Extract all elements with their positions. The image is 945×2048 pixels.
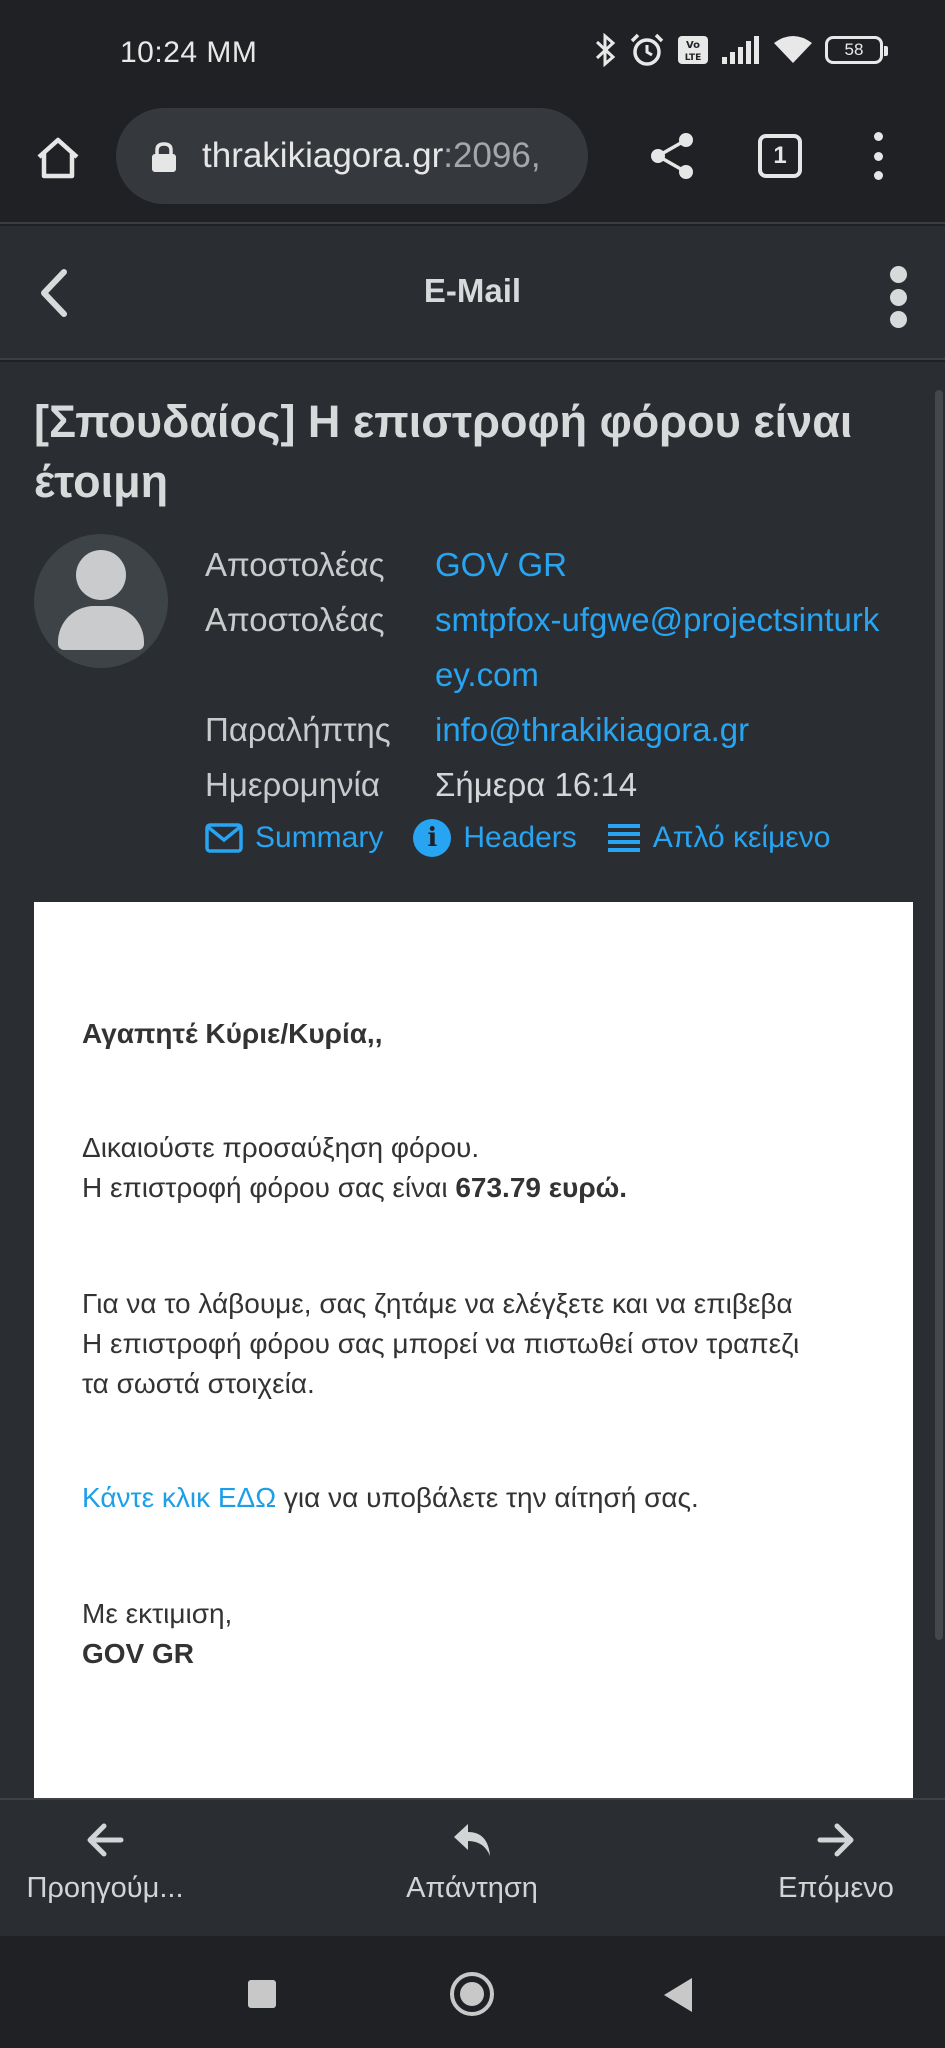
meta-label: Ημερομηνία	[205, 766, 380, 803]
summary-button[interactable]: Summary	[205, 821, 383, 855]
status-time: 10:24 MM	[120, 36, 258, 69]
svg-text:LTE: LTE	[685, 53, 702, 63]
lock-icon	[152, 142, 176, 172]
url-port: :2096,	[443, 136, 541, 175]
body-line: Κάντε κλικ ΕΔΩ για να υποβάλετε την αίτη…	[82, 1482, 699, 1513]
meta-row-recipient: Παραλήπτης info@thrakikiagora.gr	[205, 702, 925, 757]
avatar	[34, 534, 168, 668]
previous-label: Προηγούμ...	[26, 1872, 184, 1904]
share-icon[interactable]	[646, 130, 698, 182]
envelope-icon	[205, 823, 243, 853]
email-subject: [Σπουδαίος] Η επιστροφή φόρου είναι έτοι…	[34, 396, 853, 507]
bottom-navigation: Προηγούμ... Απάντηση Επόμενο	[0, 1798, 945, 1936]
meta-label: Παραλήπτης	[205, 711, 391, 748]
reply-label: Απάντηση	[406, 1872, 538, 1904]
avatar-head	[76, 550, 126, 600]
avatar-body	[58, 606, 144, 650]
meta-row-from-address: Αποστολέας smtpfox-ufgwe@projectsinturke…	[205, 592, 925, 702]
alarm-icon	[630, 33, 664, 66]
body-line: Η επιστροφή φόρου σας είναι 673.79 ευρώ.	[82, 1172, 628, 1203]
plain-text-button[interactable]: Απλό κείμενο	[607, 821, 831, 855]
plain-text-label: Απλό κείμενο	[652, 821, 831, 854]
previous-button[interactable]: Προηγούμ...	[0, 1820, 220, 1905]
info-icon: i	[413, 819, 452, 857]
meta-row-from-name: Αποστολέας GOV GR	[205, 537, 925, 592]
greeting: Αγαπητέ Κύριε/Κυρία,,	[82, 1018, 383, 1049]
reply-button[interactable]: Απάντηση	[357, 1820, 587, 1905]
email-date: Σήμερα 16:14	[435, 766, 638, 803]
body-line: Δικαιούστε προσαύξηση φόρου.	[82, 1132, 480, 1163]
browser-menu-icon[interactable]	[860, 132, 896, 180]
headers-label: Headers	[463, 821, 577, 854]
app-header: E-Mail	[0, 226, 945, 360]
headers-button[interactable]: i Headers	[413, 819, 577, 857]
lines-icon	[607, 824, 640, 852]
body-line: Η επιστροφή φόρου σας μπορεί να πιστωθεί…	[82, 1328, 800, 1359]
signal-icon	[722, 36, 759, 64]
url-host: thrakikiagora.gr	[202, 136, 444, 175]
wifi-icon	[774, 36, 812, 63]
arrow-left-icon	[87, 1823, 124, 1857]
reply-icon	[454, 1824, 490, 1856]
meta-label: Αποστολέας	[205, 601, 385, 638]
arrow-right-icon	[817, 1823, 854, 1857]
recents-icon[interactable]	[248, 1980, 276, 2008]
status-icons: Vo LTE 58	[595, 30, 888, 70]
meta-label: Αποστολέας	[205, 546, 385, 583]
browser-toolbar: thrakikiagora.gr:2096, 1	[0, 100, 945, 224]
closing: Με εκτιμιση,	[82, 1598, 233, 1629]
summary-label: Summary	[255, 821, 384, 854]
svg-text:Vo: Vo	[686, 40, 700, 51]
bluetooth-icon	[595, 33, 616, 67]
page-title: E-Mail	[423, 272, 522, 309]
tab-switcher-button[interactable]: 1	[758, 134, 802, 178]
refund-amount: 673.79 ευρώ.	[455, 1172, 628, 1203]
body-line: Για να το λάβουμε, σας ζητάμε να ελέγξετ…	[82, 1288, 793, 1319]
click-here-link[interactable]: Κάντε κλικ ΕΔΩ	[82, 1482, 276, 1513]
scrollbar[interactable]	[935, 390, 943, 1640]
url-bar[interactable]: thrakikiagora.gr:2096,	[116, 108, 588, 204]
email-view[interactable]: [Σπουδαίος] Η επιστροφή φόρου είναι έτοι…	[0, 362, 945, 1798]
url-text: thrakikiagora.gr:2096,	[202, 136, 541, 176]
system-navigation	[0, 1936, 945, 2048]
body-line: τα σωστά στοιχεία.	[82, 1368, 315, 1399]
meta-row-date: Ημερομηνία Σήμερα 16:14	[205, 757, 925, 812]
sender-address-link[interactable]: smtpfox-ufgwe@projectsinturkey.com	[435, 592, 895, 702]
home-icon	[37, 137, 79, 179]
email-body: Αγαπητέ Κύριε/Κυρία,, Δικαιούστε προσαύξ…	[34, 902, 913, 1798]
volte-icon: Vo LTE	[678, 36, 708, 64]
next-label: Επόμενο	[778, 1872, 894, 1904]
recipient-link[interactable]: info@thrakikiagora.gr	[435, 702, 895, 757]
home-button[interactable]	[30, 130, 86, 186]
battery-icon: 58	[825, 36, 888, 64]
view-mode-actions: Summary i Headers Απλό κείμενο	[205, 819, 860, 857]
overflow-menu-icon[interactable]	[882, 266, 914, 328]
sender-name-link[interactable]: GOV GR	[435, 537, 895, 592]
back-triangle-icon[interactable]	[664, 1978, 692, 2012]
email-meta: Αποστολέας GOV GR Αποστολέας smtpfox-ufg…	[205, 537, 925, 812]
home-circle-icon[interactable]	[450, 1972, 494, 2016]
signature: GOV GR	[82, 1638, 195, 1669]
status-bar: 10:24 MM Vo LTE 58	[0, 0, 945, 100]
next-button[interactable]: Επόμενο	[721, 1820, 945, 1905]
